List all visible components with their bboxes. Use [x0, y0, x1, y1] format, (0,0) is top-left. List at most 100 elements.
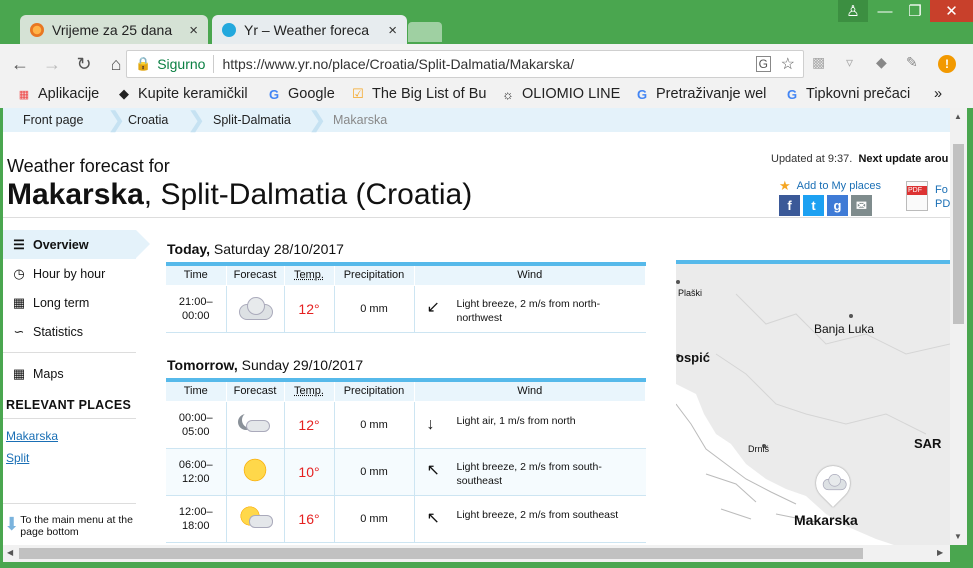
pdf-label: PDF — [907, 186, 927, 195]
to-main-menu-link[interactable]: ⬇ To the main menu at the page bottom — [3, 503, 136, 538]
nav-divider — [3, 418, 136, 419]
bookmark-label: Google — [288, 86, 335, 102]
bookmark-star-icon[interactable]: ☆ — [781, 54, 795, 74]
url-text[interactable]: https://www.yr.no/place/Croatia/Split-Da… — [222, 56, 574, 72]
nav-long-term[interactable]: ▦ Long term — [3, 288, 136, 317]
translate-icon[interactable]: G — [755, 56, 771, 72]
temperature-cell: 10° — [283, 448, 334, 496]
vertical-scrollbar[interactable]: ▲ ▼ — [950, 108, 967, 545]
wind-arrow-icon: ↖ — [426, 509, 440, 527]
moon-cloud-icon — [238, 410, 272, 436]
bookmark-item[interactable]: G Tipkovni prečaci — [784, 86, 918, 102]
email-icon[interactable]: ✉ — [851, 195, 872, 216]
page-title: Makarska, Split-Dalmatia (Croatia) — [7, 178, 472, 212]
maximize-button[interactable]: ❐ — [900, 0, 930, 22]
pdf-extension-icon[interactable]: ✎ — [906, 54, 918, 71]
nav-hour-by-hour[interactable]: ◷ Hour by hour — [3, 259, 136, 288]
scroll-down-icon[interactable]: ▼ — [954, 532, 962, 541]
day-date: Saturday 28/10/2017 — [210, 241, 344, 257]
new-tab-button[interactable] — [408, 22, 442, 42]
nav-overview[interactable]: ☰ Overview — [3, 230, 150, 259]
facebook-icon[interactable]: f — [779, 195, 800, 216]
column-header: Forecast — [225, 263, 285, 286]
nav-statistics[interactable]: ∽ Statistics — [3, 317, 136, 346]
nav-label: Maps — [33, 366, 64, 381]
google-icon: G — [268, 86, 280, 102]
minimize-button[interactable]: — — [870, 0, 900, 22]
reload-button[interactable]: ↻ — [72, 52, 96, 76]
pdf-link[interactable]: Fo PD — [935, 183, 950, 211]
time-start: 00:00– — [178, 411, 213, 424]
time-start: 06:00– — [178, 458, 213, 471]
home-button[interactable]: ⌂ — [104, 52, 128, 76]
scroll-up-icon[interactable]: ▲ — [954, 112, 962, 121]
forecast-cell — [225, 285, 284, 333]
forecast-cell — [225, 495, 284, 543]
scroll-thumb[interactable] — [953, 144, 964, 324]
wind-description: Light breeze, 2 m/s from southeast — [456, 508, 619, 521]
google-plus-icon[interactable]: g — [827, 195, 848, 216]
bookmark-item[interactable]: G Google — [266, 86, 335, 102]
temp-header-label[interactable]: Temp. — [294, 269, 324, 281]
extension-icon[interactable]: ▿ — [846, 54, 853, 71]
scroll-thumb[interactable] — [19, 548, 863, 559]
relevant-place-link[interactable]: Makarska — [6, 425, 136, 447]
temperature-cell: 12° — [283, 285, 334, 333]
address-bar[interactable]: 🔒 Sigurno https://www.yr.no/place/Croati… — [126, 50, 804, 78]
bookmark-item[interactable]: G Pretraživanje wel — [634, 86, 772, 102]
map-terrain — [676, 280, 950, 545]
map-label: SAR — [914, 436, 942, 451]
twitter-icon[interactable]: t — [803, 195, 824, 216]
close-window-button[interactable]: ✕ — [930, 0, 973, 22]
bookmark-item[interactable]: ☑ The Big List of Bu — [350, 86, 490, 102]
tab-vrijeme[interactable]: Vrijeme za 25 dana × — [20, 15, 208, 45]
sun-icon — [242, 457, 268, 483]
forward-button[interactable]: → — [40, 52, 64, 76]
page-pre-title: Weather forecast for — [7, 156, 170, 176]
column-header: Temp. — [283, 379, 335, 402]
location-map[interactable]: Plaški Banja Luka ospić Drniš SAR Makars… — [676, 260, 950, 545]
tab-yr[interactable]: Yr – Weather foreca × — [212, 15, 407, 45]
scroll-right-icon[interactable]: ▶ — [937, 548, 943, 557]
sun-icon: ☼ — [502, 86, 514, 102]
column-header: Forecast — [225, 379, 285, 402]
profile-icon[interactable]: ♙ — [838, 0, 868, 22]
bookmark-label: The Big List of Bu — [372, 86, 487, 102]
nav-label: Statistics — [33, 324, 84, 339]
temp-header-label[interactable]: Temp. — [294, 385, 324, 397]
nav-maps[interactable]: ▦ Maps — [3, 359, 136, 388]
close-tab-icon[interactable]: × — [189, 22, 198, 39]
horizontal-scrollbar[interactable]: ◀ ▶ — [3, 545, 950, 562]
scroll-left-icon[interactable]: ◀ — [7, 548, 13, 557]
column-header: Precipitation — [333, 379, 415, 402]
bookmark-label: Tipkovni prečaci — [806, 86, 911, 102]
google-icon: G — [786, 86, 798, 102]
extension-icon[interactable]: ▩ — [812, 54, 825, 71]
breadcrumb-separator-icon: ❯ — [308, 108, 327, 132]
bookmark-item[interactable]: ◆ Kupite keramičkil — [116, 86, 254, 102]
breadcrumb-front-page[interactable]: Front page — [23, 113, 83, 127]
column-header: Time — [166, 263, 227, 286]
breadcrumb-split-dalmatia[interactable]: Split-Dalmatia — [213, 113, 291, 127]
tab-title: Vrijeme za 25 dana — [52, 22, 173, 38]
relevant-place-link[interactable]: Split — [6, 447, 136, 469]
bookmark-apps[interactable]: ▦ Aplikacije — [16, 86, 99, 102]
list-icon: ☰ — [13, 236, 25, 252]
close-tab-icon[interactable]: × — [388, 22, 397, 39]
bookmark-item[interactable]: ☼ OLIOMIO LINE — [500, 86, 620, 102]
extension-icon[interactable]: ◆ — [876, 54, 887, 71]
tab-title: Yr – Weather foreca — [244, 22, 370, 38]
breadcrumb-croatia[interactable]: Croatia — [128, 113, 168, 127]
sun-favicon-icon — [30, 23, 44, 37]
wind-arrow-icon: ↙ — [426, 298, 440, 316]
back-button[interactable]: ← — [8, 52, 32, 76]
pdf-link-line: Fo — [935, 184, 948, 196]
forecast-row: 12:00– 18:00 16° 0 mm ↖ Light breeze, 2 m/… — [166, 495, 646, 543]
yr-favicon-icon — [222, 23, 236, 37]
menu-alert-icon[interactable]: ! — [938, 55, 956, 73]
time-end: 18:00 — [181, 519, 210, 532]
add-to-my-places-link[interactable]: ★ Add to My places — [779, 178, 881, 194]
bookmarks-more-button[interactable]: » — [934, 86, 942, 102]
pdf-icon[interactable]: PDF — [906, 181, 928, 211]
forecast-header-row: Time Forecast Temp. Precipitation Wind — [166, 379, 646, 402]
